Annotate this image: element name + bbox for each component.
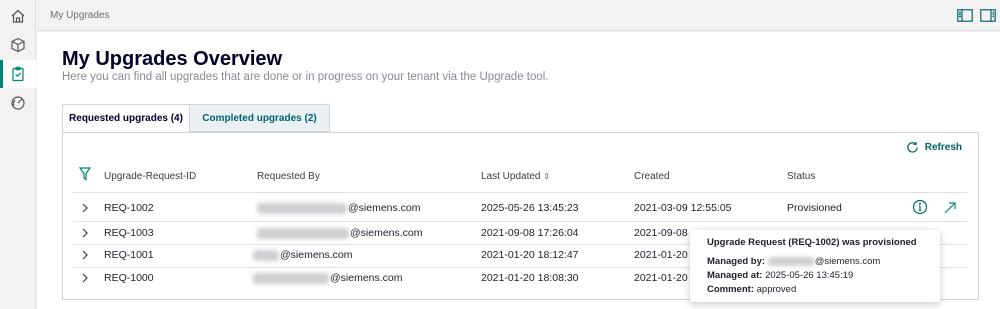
sidebar-item-upgrades[interactable] [0,60,36,88]
created: 2021-01-20 [634,249,688,261]
last-updated: 2021-09-08 17:26:04 [481,227,579,239]
gauge-icon [11,96,25,110]
last-updated: 2025-05-26 13:45:23 [481,202,579,214]
request-id: REQ-1000 [104,272,154,284]
requested-by: @siemens.com [253,267,403,289]
last-updated: 2021-01-20 18:08:30 [481,272,579,284]
page-title: My Upgrades Overview [62,48,283,70]
home-icon [11,9,25,23]
last-updated: 2021-01-20 18:12:47 [481,249,579,261]
column-header-id[interactable]: Upgrade-Request-ID [104,171,196,182]
request-id: REQ-1003 [104,227,154,239]
comment-label: Comment: [707,284,754,295]
cube-icon [11,37,25,53]
chevron-right-icon[interactable] [81,227,89,239]
requested-by-domain: @siemens.com [280,249,353,261]
tooltip-title: Upgrade Request (REQ-1002) was provision… [707,237,917,248]
sidebar [0,0,36,309]
left-panel-icon[interactable] [957,9,973,22]
column-header-status[interactable]: Status [787,171,815,182]
request-id: REQ-1002 [104,202,154,214]
managed-by-value: @siemens.com [814,256,881,267]
chevron-right-icon[interactable] [81,272,89,284]
column-header-requested-by[interactable]: Requested By [257,171,320,182]
managed-at-label: Managed at: [707,270,763,281]
created: 2021-03-09 12:55:05 [634,202,732,214]
column-header-created[interactable]: Created [634,171,670,182]
header-divider [73,192,968,193]
sort-icon: ⇕ [543,172,550,181]
refresh-label: Refresh [924,142,962,153]
created: 2021-09-08 [634,227,688,239]
requested-by: @siemens.com [257,222,423,244]
right-panel-icon[interactable] [980,9,996,22]
sidebar-item-performance[interactable] [0,89,36,117]
tab-requested-upgrades[interactable]: Requested upgrades (4) [62,104,190,132]
refresh-icon [907,141,918,153]
filter-icon[interactable] [79,167,91,181]
tooltip-comment: Comment: approved [707,284,923,295]
refresh-button[interactable]: Refresh [906,141,962,154]
sidebar-item-assets[interactable] [0,31,36,59]
chevron-right-icon[interactable] [81,202,89,214]
column-header-last-updated[interactable]: Last Updated ⇕ [481,171,550,182]
column-header-last-updated-label: Last Updated [481,171,541,182]
info-icon[interactable] [912,199,928,215]
status-tooltip: Upgrade Request (REQ-1002) was provision… [690,230,940,302]
requested-by: @siemens.com [257,197,421,219]
open-detail-icon[interactable] [943,201,957,215]
requested-by-domain: @siemens.com [348,202,421,214]
page-subtitle: Here you can find all upgrades that are … [62,71,549,83]
created: 2021-01-20 [634,272,688,284]
tooltip-managed-at: Managed at: 2025-05-26 13:45:19 [707,270,923,281]
sidebar-item-home[interactable] [0,2,36,30]
requested-by-domain: @siemens.com [330,272,403,284]
requested-by-domain: @siemens.com [350,227,423,239]
status: Provisioned [787,202,842,214]
managed-by-label: Managed by: [707,256,766,267]
table-row[interactable]: REQ-1002 @siemens.com 2025-05-26 13:45:2… [63,197,978,219]
top-bar: My Upgrades [37,0,1000,31]
tooltip-managed-by: Managed by: @siemens.com [707,256,923,267]
tab-completed-upgrades[interactable]: Completed upgrades (2) [190,104,330,132]
request-id: REQ-1001 [104,249,154,261]
chevron-right-icon[interactable] [81,249,89,261]
comment-value: approved [756,284,797,295]
managed-at-value: 2025-05-26 13:45:19 [765,270,854,281]
breadcrumb: My Upgrades [50,10,110,21]
clipboard-icon [12,66,24,82]
requested-by: @siemens.com [253,244,353,266]
